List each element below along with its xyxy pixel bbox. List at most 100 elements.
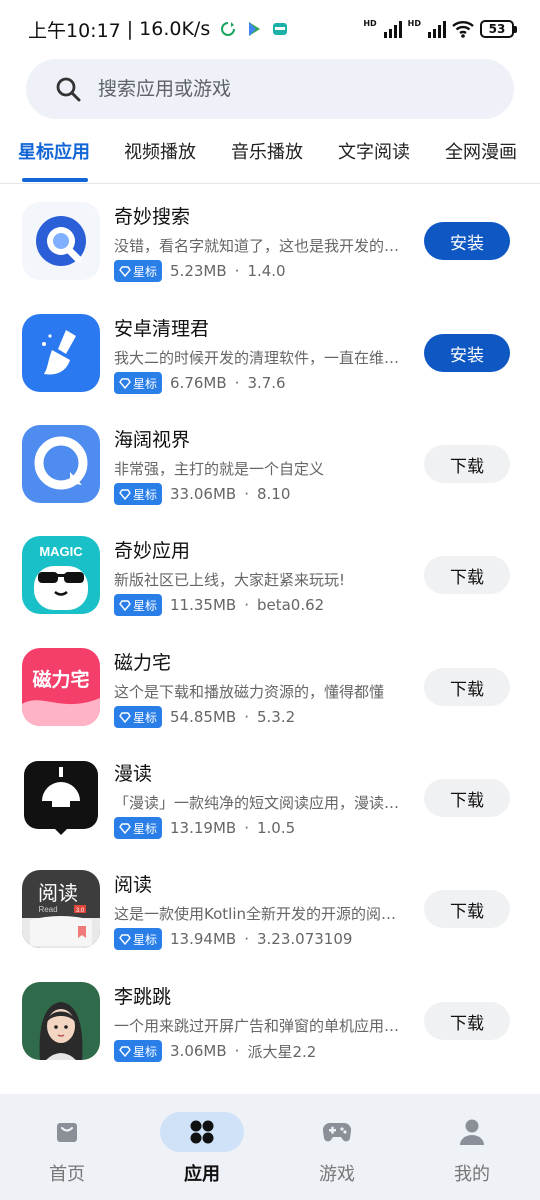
network-speed: 16.0K/s <box>139 18 211 40</box>
yuedu-app-icon: 阅读 Read 3.0 <box>22 870 100 948</box>
meta-dot: · <box>234 262 240 280</box>
nav-home[interactable]: 首页 <box>2 1094 132 1200</box>
tab-indicator <box>22 178 88 182</box>
haikuo-app-icon <box>22 425 100 503</box>
star-badge: 星标 <box>114 1040 163 1062</box>
star-badge: 星标 <box>114 928 163 950</box>
app-size: 5.23MB <box>170 262 227 280</box>
download-button[interactable]: 下载 <box>424 1002 510 1040</box>
app-meta: 星标 33.06MB · 8.10 <box>114 483 290 505</box>
star-badge: 星标 <box>114 372 163 394</box>
litiaotiao-app-icon <box>22 982 100 1060</box>
nav-icon-wrap <box>295 1112 379 1152</box>
app-name: 奇妙搜索 <box>114 206 191 228</box>
play-store-icon <box>249 22 261 36</box>
app-name: 漫读 <box>114 763 153 785</box>
app-meta: 星标 13.19MB · 1.0.5 <box>114 817 295 839</box>
app-size: 13.19MB <box>170 819 237 837</box>
status-bar: 上午10:17 | 16.0K/s HD HD 53 <box>0 0 540 58</box>
mandu-app-icon <box>22 759 100 837</box>
download-button[interactable]: 下载 <box>424 779 510 817</box>
app-meta: 星标 13.94MB · 3.23.073109 <box>114 928 352 950</box>
cleaner-app-icon <box>22 314 100 392</box>
app-row[interactable]: 漫读 「漫读」一款纯净的短文阅读应用，漫读时光 星标 13.19MB · 1.0.… <box>0 759 540 871</box>
app-size: 11.35MB <box>170 596 237 614</box>
yuedu-icon-version: 3.0 <box>76 908 85 914</box>
diamond-icon <box>119 600 131 611</box>
app-description: 这个是下载和播放磁力资源的，懂得都懂 <box>114 683 385 701</box>
download-button[interactable]: 下载 <box>424 668 510 706</box>
app-row[interactable]: 奇妙搜索 没错，看名字就知道了，这也是我开发的一款应用 星标 5.23MB · 1… <box>0 202 540 314</box>
magic-icon-text: MAGIC <box>39 544 83 559</box>
gamepad-icon <box>322 1122 352 1142</box>
star-badge-label: 星标 <box>133 598 158 613</box>
tab-video-playback[interactable]: 视频播放 <box>124 138 196 164</box>
install-button[interactable]: 安装 <box>424 334 510 372</box>
app-description: 这是一款使用Kotlin全新开发的开源的阅读软件 <box>114 905 404 923</box>
app-size: 6.76MB <box>170 374 227 392</box>
search-bar[interactable] <box>26 59 514 119</box>
nav-apps[interactable]: 应用 <box>137 1094 267 1200</box>
app-name: 海阔视界 <box>114 429 191 451</box>
star-badge: 星标 <box>114 594 163 616</box>
tab-starred-apps[interactable]: 星标应用 <box>18 138 90 164</box>
cili-icon-text: 磁力宅 <box>32 668 89 691</box>
star-badge-label: 星标 <box>133 932 158 947</box>
magic-app-icon: MAGIC <box>22 536 100 614</box>
nav-icon-wrap <box>430 1112 514 1152</box>
app-row[interactable]: 李跳跳 一个用来跳过开屏广告和弹窗的单机应用程序 星标 3.06MB · 派大星2… <box>0 982 540 1094</box>
nav-profile[interactable]: 我的 <box>407 1094 537 1200</box>
star-badge-label: 星标 <box>133 1044 158 1059</box>
battery-icon: 53 <box>480 20 517 38</box>
status-right: HD HD 53 <box>363 19 517 38</box>
app-description: 新版社区已上线，大家赶紧来玩玩! <box>114 571 346 589</box>
download-button[interactable]: 下载 <box>424 556 510 594</box>
app-row[interactable]: MAGIC 奇妙应用 新版社区已上线，大家赶紧来玩玩! 星标 11.35MB · … <box>0 536 540 648</box>
category-tabs: 星标应用 视频播放 音乐播放 文字阅读 全网漫画 <box>0 122 540 184</box>
app-row[interactable]: 阅读 Read 3.0 阅读 这是一款使用Kotlin全新开发的开源的阅读软件 星标… <box>0 870 540 982</box>
signal-icon <box>383 20 402 38</box>
bottom-nav: 首页 应用 游戏 我的 <box>0 1094 540 1200</box>
app-version: 3.7.6 <box>247 374 286 392</box>
qimiao-search-app-icon <box>22 202 100 280</box>
yuedu-icon-text: 阅读 <box>38 881 78 905</box>
app-description: 「漫读」一款纯净的短文阅读应用，漫读时光 <box>114 794 404 812</box>
tab-music-playback[interactable]: 音乐播放 <box>231 138 303 164</box>
star-badge: 星标 <box>114 706 163 728</box>
app-row[interactable]: 磁力宅 磁力宅 这个是下载和播放磁力资源的，懂得都懂 星标 54.85MB · 5… <box>0 648 540 760</box>
diamond-icon <box>119 1046 131 1057</box>
tab-comics[interactable]: 全网漫画 <box>445 138 517 164</box>
search-icon <box>56 77 81 102</box>
app-name: 奇妙应用 <box>114 540 191 562</box>
app-description: 一个用来跳过开屏广告和弹窗的单机应用程序 <box>114 1017 404 1035</box>
apps-icon <box>190 1120 214 1144</box>
meta-dot: · <box>244 596 249 614</box>
sync-icon <box>221 22 236 36</box>
nav-games[interactable]: 游戏 <box>272 1094 402 1200</box>
status-left: 上午10:17 | 16.0K/s <box>28 16 288 43</box>
hd-label-1: HD <box>363 19 377 28</box>
app-size: 33.06MB <box>170 485 237 503</box>
download-button[interactable]: 下载 <box>424 445 510 483</box>
nav-label: 游戏 <box>319 1164 355 1185</box>
nav-label: 我的 <box>454 1164 490 1185</box>
cili-app-icon: 磁力宅 <box>22 648 100 726</box>
nav-icon-wrap <box>25 1112 109 1152</box>
search-input[interactable] <box>98 78 478 100</box>
diamond-icon <box>119 934 131 945</box>
install-button[interactable]: 安装 <box>424 222 510 260</box>
status-separator: | <box>126 18 134 40</box>
app-meta: 星标 3.06MB · 派大星2.2 <box>114 1040 316 1062</box>
star-badge-label: 星标 <box>133 710 158 725</box>
app-version: 1.0.5 <box>256 819 296 837</box>
app-row[interactable]: 海阔视界 非常强，主打的就是一个自定义 星标 33.06MB · 8.10 下载 <box>0 425 540 537</box>
meta-dot: · <box>244 930 249 948</box>
app-meta: 星标 6.76MB · 3.7.6 <box>114 372 286 394</box>
app-row[interactable]: 安卓清理君 我大二的时候开发的清理软件，一直在维护更新 星标 6.76MB · 3… <box>0 314 540 426</box>
app-meta: 星标 54.85MB · 5.3.2 <box>114 706 295 728</box>
star-badge: 星标 <box>114 260 163 282</box>
app-version: 1.4.0 <box>247 262 286 280</box>
tab-text-reading[interactable]: 文字阅读 <box>338 138 410 164</box>
app-description: 非常强，主打的就是一个自定义 <box>114 460 325 478</box>
download-button[interactable]: 下载 <box>424 890 510 928</box>
